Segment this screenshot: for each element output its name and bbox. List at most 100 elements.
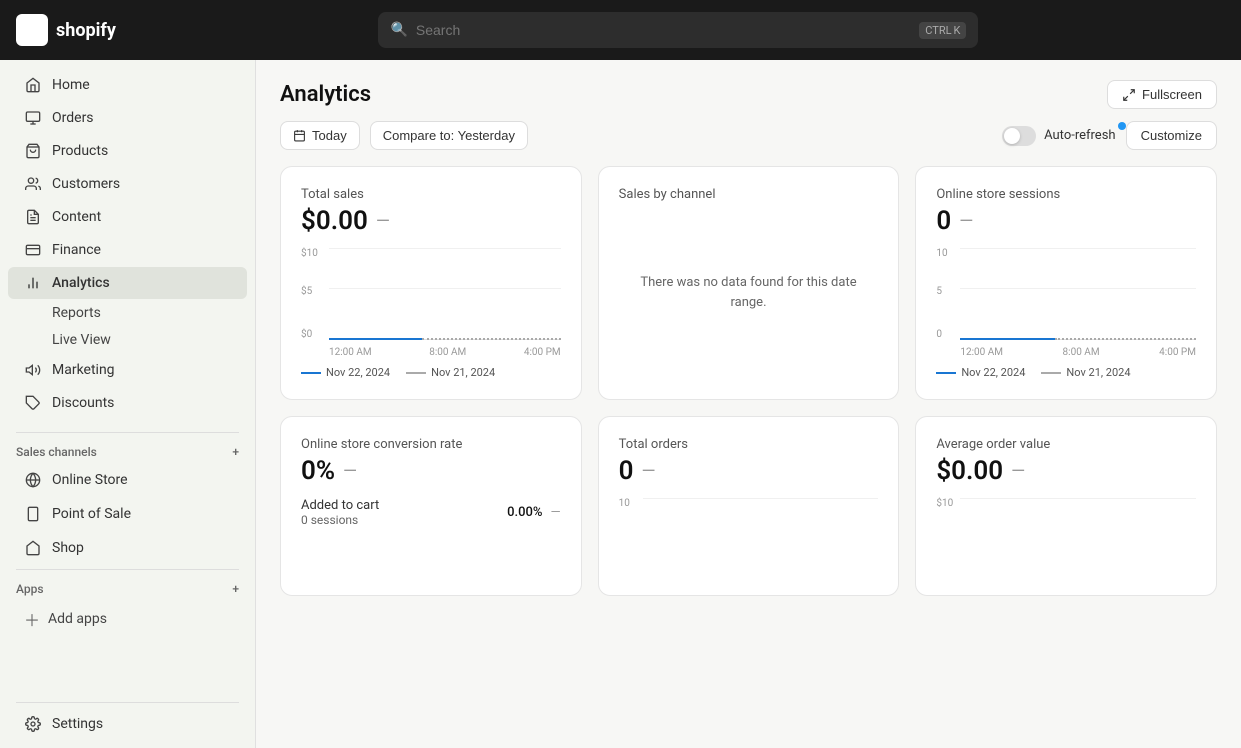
legend-solid: Nov 22, 2024 <box>301 366 390 379</box>
total-orders-value: 0 <box>619 456 634 486</box>
total-sales-title: Total sales <box>301 187 561 202</box>
sales-channels-chevron[interactable]: + <box>232 445 239 459</box>
logo: shopify <box>16 14 116 46</box>
sidebar-item-orders[interactable]: Orders <box>8 102 247 134</box>
legend-solid-line <box>301 372 321 374</box>
apps-chevron[interactable]: + <box>232 582 239 596</box>
sessions-y-bot: 0 <box>936 329 942 340</box>
search-input[interactable] <box>416 22 911 38</box>
conversion-rate-sub-row: Added to cart 0 sessions 0.00% — <box>301 498 561 527</box>
sessions-chart-area <box>960 248 1196 340</box>
sidebar-nav: Home Orders Products Customers <box>0 60 255 428</box>
orders-icon <box>24 109 42 127</box>
home-icon <box>24 76 42 94</box>
sessions-value-row: 0 — <box>936 206 1196 236</box>
pos-icon <box>24 505 42 523</box>
added-to-cart-label: Added to cart <box>301 498 379 513</box>
sidebar-orders-label: Orders <box>52 110 94 126</box>
sidebar-divider-3 <box>16 702 239 703</box>
total-sales-card: Total sales $0.00 — $10 $5 $0 <box>280 166 582 400</box>
sidebar-customers-label: Customers <box>52 176 120 192</box>
added-to-cart-value: 0.00% <box>507 505 542 520</box>
calendar-icon <box>293 129 306 142</box>
auto-refresh-container: Auto-refresh <box>1002 126 1115 146</box>
total-sales-chart: $10 $5 $0 12:00 AM 8:00 AM 4:00 PM <box>301 248 561 358</box>
sidebar-online-store-label: Online Store <box>52 472 128 488</box>
sidebar-item-customers[interactable]: Customers <box>8 168 247 200</box>
total-orders-title: Total orders <box>619 437 879 452</box>
total-sales-x-labels: 12:00 AM 8:00 AM 4:00 PM <box>329 347 561 358</box>
sidebar-item-settings[interactable]: Settings <box>8 708 247 740</box>
sidebar-content-label: Content <box>52 209 101 225</box>
avg-order-dash: — <box>1011 461 1025 482</box>
sidebar-marketing-label: Marketing <box>52 362 115 378</box>
sidebar-analytics-label: Analytics <box>52 275 110 291</box>
sidebar-shop-label: Shop <box>52 540 84 556</box>
sidebar-item-content[interactable]: Content <box>8 201 247 233</box>
sidebar-pos-label: Point of Sale <box>52 506 131 522</box>
sidebar-reports-label: Reports <box>52 305 101 321</box>
topbar: shopify 🔍 CTRL K <box>0 0 1241 60</box>
sidebar-item-home[interactable]: Home <box>8 69 247 101</box>
auto-refresh-toggle[interactable] <box>1002 126 1036 146</box>
sessions-legend-dotted: Nov 21, 2024 <box>1041 366 1130 379</box>
sidebar-item-discounts[interactable]: Discounts <box>8 387 247 419</box>
total-orders-card: Total orders 0 — 10 <box>598 416 900 596</box>
today-button[interactable]: Today <box>280 121 360 150</box>
apps-section: Apps + <box>0 574 255 600</box>
sessions-x-labels: 12:00 AM 8:00 AM 4:00 PM <box>960 347 1196 358</box>
fullscreen-button[interactable]: Fullscreen <box>1107 80 1217 109</box>
page-title: Analytics <box>280 82 371 107</box>
sessions-title: Online store sessions <box>936 187 1196 202</box>
total-sales-dash: — <box>376 211 390 232</box>
sales-channels-label: Sales channels <box>16 445 97 459</box>
sidebar-item-products[interactable]: Products <box>8 135 247 167</box>
sidebar-item-online-store[interactable]: Online Store <box>8 464 247 496</box>
total-sales-value: $0.00 <box>301 206 368 236</box>
total-sales-y-bot: $0 <box>301 329 312 340</box>
toolbar: Today Compare to: Yesterday Auto-refresh… <box>256 121 1241 166</box>
sidebar-item-analytics[interactable]: Analytics <box>8 267 247 299</box>
add-apps-plus-icon: ＋ <box>24 607 40 631</box>
analytics-icon <box>24 274 42 292</box>
sidebar-item-finance[interactable]: Finance <box>8 234 247 266</box>
added-to-cart-dash: — <box>551 505 561 520</box>
fullscreen-label: Fullscreen <box>1142 87 1202 102</box>
sales-channels-section: Sales channels + <box>0 437 255 463</box>
main-header: Analytics Fullscreen <box>256 60 1241 121</box>
auto-refresh-label: Auto-refresh <box>1044 128 1115 143</box>
sessions-legend: Nov 22, 2024 Nov 21, 2024 <box>936 366 1196 379</box>
settings-label: Settings <box>52 716 103 732</box>
discounts-icon <box>24 394 42 412</box>
customize-button[interactable]: Customize <box>1126 121 1217 150</box>
average-order-value-card: Average order value $0.00 — $10 <box>915 416 1217 596</box>
legend-dotted-date: Nov 21, 2024 <box>431 366 495 379</box>
sidebar-item-marketing[interactable]: Marketing <box>8 354 247 386</box>
sessions-line-solid <box>960 338 1054 340</box>
total-orders-dash: — <box>642 461 656 482</box>
sales-by-channel-no-data: There was no data found for this date ra… <box>619 253 879 332</box>
avg-order-value: $0.00 <box>936 456 1003 486</box>
total-sales-chart-area <box>329 248 561 340</box>
customize-label: Customize <box>1141 128 1202 143</box>
analytics-cards-grid: Total sales $0.00 — $10 $5 $0 <box>256 166 1241 620</box>
conversion-rate-dash: — <box>343 461 357 482</box>
sessions-line-dotted <box>1055 338 1196 340</box>
sidebar-item-point-of-sale[interactable]: Point of Sale <box>8 498 247 530</box>
compare-label: Compare to: Yesterday <box>383 128 515 143</box>
sessions-legend-solid-line <box>936 372 956 374</box>
sessions-dash: — <box>959 211 973 232</box>
avg-order-chart: $10 <box>936 498 1196 558</box>
sidebar-live-view-label: Live View <box>52 332 111 348</box>
total-sales-y-mid: $5 <box>301 286 312 297</box>
sidebar-divider-2 <box>16 569 239 570</box>
add-apps-button[interactable]: ＋ Add apps <box>8 601 247 637</box>
sessions-legend-dotted-date: Nov 21, 2024 <box>1066 366 1130 379</box>
total-sales-value-row: $0.00 — <box>301 206 561 236</box>
compare-button[interactable]: Compare to: Yesterday <box>370 121 528 150</box>
sidebar-sub-live-view[interactable]: Live View <box>8 327 247 353</box>
sidebar-sub-reports[interactable]: Reports <box>8 300 247 326</box>
search-bar[interactable]: 🔍 CTRL K <box>378 12 978 48</box>
sidebar-item-shop[interactable]: Shop <box>8 532 247 564</box>
sessions-legend-dotted-line <box>1041 372 1061 374</box>
